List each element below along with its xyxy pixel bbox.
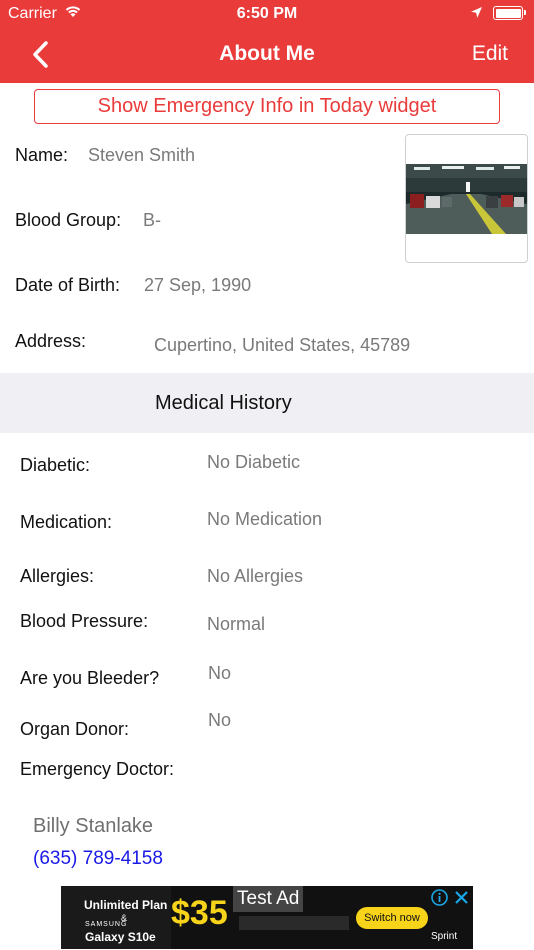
ad-cta-button[interactable]: Switch now xyxy=(356,907,428,929)
blood-pressure-value: Normal xyxy=(207,614,266,634)
ad-banner[interactable]: Unlimited Plan & SAMSUNG Galaxy S10e $35… xyxy=(61,886,473,949)
ad-close-icon[interactable] xyxy=(453,889,470,906)
back-button[interactable] xyxy=(26,38,56,72)
ad-plan-text: Unlimited Plan xyxy=(84,898,168,912)
allergies-label: Allergies: xyxy=(20,566,95,586)
show-emergency-info-button[interactable]: Show Emergency Info in Today widget xyxy=(34,89,500,124)
organ-donor-label: Organ Donor: xyxy=(20,719,130,739)
dob-label: Date of Birth: xyxy=(15,275,121,295)
dob-value: 27 Sep, 1990 xyxy=(144,275,252,295)
profile-photo[interactable] xyxy=(405,134,528,263)
blood-group-label: Blood Group: xyxy=(15,210,122,230)
doctor-phone-link[interactable]: (635) 789-4158 xyxy=(33,848,163,870)
chevron-left-icon xyxy=(33,41,48,68)
medication-label: Medication: xyxy=(20,512,113,532)
emergency-doctor-label: Emergency Doctor: xyxy=(20,759,175,779)
diabetic-label: Diabetic: xyxy=(20,455,91,475)
blood-group-value: B- xyxy=(143,210,161,230)
doctor-name: Billy Stanlake xyxy=(33,815,154,837)
test-ad-badge: Test Ad xyxy=(233,886,304,912)
parking-garage-image xyxy=(406,164,527,234)
edit-button[interactable]: Edit xyxy=(472,42,508,66)
name-value: Steven Smith xyxy=(88,145,196,165)
navigation-bar: About Me Edit xyxy=(0,28,534,83)
diabetic-value: No Diabetic xyxy=(207,452,301,472)
blood-pressure-label: Blood Pressure: xyxy=(20,611,149,631)
ad-price: $35 xyxy=(171,894,228,932)
address-label: Address: xyxy=(15,331,87,351)
allergies-value: No Allergies xyxy=(207,566,304,586)
page-title: About Me xyxy=(219,42,315,65)
name-label: Name: xyxy=(15,145,69,165)
status-bar: Carrier 6:50 PM xyxy=(0,0,534,28)
bleeder-label: Are you Bleeder? xyxy=(20,668,160,688)
ad-advertiser: Sprint xyxy=(431,931,458,942)
medication-value: No Medication xyxy=(207,509,323,529)
clock: 6:50 PM xyxy=(236,5,298,22)
section-title: Medical History xyxy=(155,392,292,414)
ad-fine-print xyxy=(239,916,349,930)
ad-info-icon[interactable] xyxy=(431,889,448,906)
ad-device-text: Galaxy S10e xyxy=(85,930,156,944)
organ-donor-value: No xyxy=(208,710,232,730)
location-arrow-icon xyxy=(470,6,483,24)
address-value: Cupertino, United States, 45789 xyxy=(154,335,411,355)
battery-icon xyxy=(493,6,526,20)
medical-history-header: Medical History xyxy=(0,373,534,433)
bleeder-value: No xyxy=(208,663,232,683)
ad-brand-text: SAMSUNG xyxy=(85,921,128,928)
